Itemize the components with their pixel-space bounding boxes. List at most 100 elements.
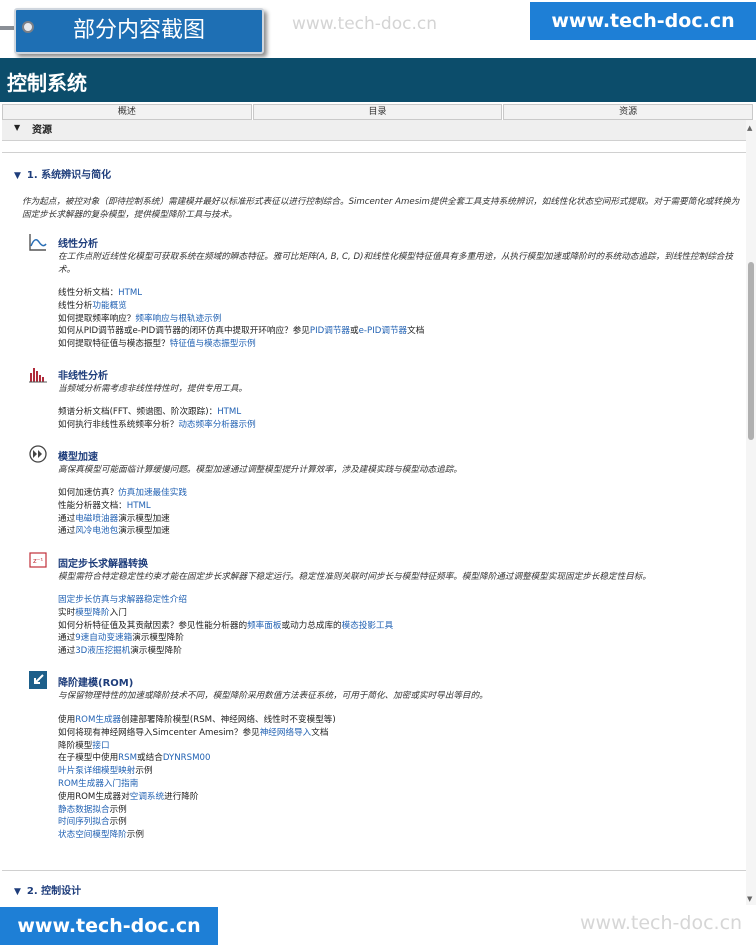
ac-system-link[interactable]: 空调系统: [130, 792, 164, 802]
pin-icon: [22, 21, 34, 33]
epid-link[interactable]: e-PID调节器: [359, 326, 408, 336]
text: 性能分析器文档：: [58, 500, 127, 511]
text: 示例: [109, 804, 127, 815]
divider: [2, 870, 746, 871]
injector-link[interactable]: 电磁喷油器: [75, 514, 118, 524]
scroll-up-icon[interactable]: ▲: [747, 124, 752, 132]
site-url-badge: www.tech-doc.cn: [0, 907, 218, 945]
text: 线性分析文档：: [58, 288, 119, 298]
resources-label: 资源: [32, 125, 52, 136]
excavator-link[interactable]: 3D液压挖掘机: [75, 646, 130, 656]
linear-analysis-title: 线性分析: [58, 239, 98, 250]
text: 演示模型加速: [118, 513, 170, 524]
text: 示例: [135, 766, 153, 777]
fixed-step-desc: 模型需符合特定稳定性约束才能在固定步长求解器下稳定运行。稳定性准则关联时间步长与…: [58, 572, 651, 582]
scroll-down-icon[interactable]: ▼: [747, 895, 752, 903]
tab-contents[interactable]: 目录: [252, 104, 503, 120]
text: 通过: [58, 513, 76, 524]
text: 演示模型加速: [118, 526, 170, 537]
resources-collapsible[interactable]: ▼ 资源: [2, 120, 746, 141]
scrollbar-track[interactable]: [746, 120, 756, 905]
linear-analysis-links: 线性分析文档：HTML 线性分析功能概览 如何提取频率响应？频率响应与根轨迹示例…: [58, 287, 742, 351]
html-link[interactable]: HTML: [118, 288, 142, 298]
tab-resources[interactable]: 资源: [503, 104, 754, 120]
rsm-link[interactable]: RSM: [118, 753, 137, 763]
text: 如何执行非线性系统频率分析？: [58, 419, 179, 430]
fixed-step-links: 固定步长仿真与求解器稳定性介绍 实时模型降阶入门 如何分析特征值及其贡献因素？参…: [58, 594, 742, 658]
nonlinear-analysis-title: 非线性分析: [58, 371, 108, 382]
state-space-link[interactable]: 状态空间模型降阶: [58, 830, 127, 840]
rom-links: 使用ROM生成器创建部署降阶模型(RSM、神经网络、线性时不变模型等) 如何将现…: [58, 714, 742, 842]
watermark-text: www.tech-doc.cn: [292, 14, 437, 34]
nonlinear-analysis-icon: [29, 368, 47, 383]
vane-pump-link[interactable]: 叶片泵详细模型映射: [58, 766, 135, 776]
text: 进行降阶: [164, 791, 199, 802]
site-url-badge: www.tech-doc.cn: [530, 2, 756, 40]
watermark-text: www.tech-doc.cn: [580, 912, 743, 934]
text: 通过: [58, 633, 76, 644]
section-title: 1. 系统辨识与简化: [26, 170, 112, 181]
text: 演示模型降阶: [132, 633, 184, 644]
rom-desc: 与保留物理特性的加速或降阶技术不同，模型降阶采用数值方法表征系统，可用于简化、加…: [58, 691, 488, 701]
static-fit-link[interactable]: 静态数据拟合: [58, 805, 110, 815]
text: 如何将现有神经网络导入Simcenter Amesim？参见: [58, 727, 260, 738]
dynrsm-link[interactable]: DYNRSM00: [163, 753, 211, 763]
text: 如何从PID调节器或e-PID调节器的闭环仿真中提取开环响应？参见: [58, 326, 310, 337]
text: 如何分析特征值及其贡献因素？参见性能分析器的: [58, 620, 248, 631]
collapse-arrow-icon: ▼: [14, 887, 21, 897]
svg-text:z⁻¹: z⁻¹: [33, 557, 43, 565]
text: 使用ROM生成器对: [58, 791, 130, 802]
gearbox-link[interactable]: 9速自动变速箱: [75, 633, 132, 643]
text: 或动力总成库的: [281, 620, 342, 631]
best-practice-link[interactable]: 仿真加速最佳实践: [118, 488, 187, 498]
text: 或: [350, 326, 359, 337]
text: 演示模型降阶: [130, 646, 182, 657]
freq-response-link[interactable]: 频率响应与根轨迹示例: [135, 314, 221, 324]
text: 使用: [58, 715, 76, 725]
collapse-arrow-icon: ▼: [14, 171, 21, 181]
modal-projection-link[interactable]: 模态投影工具: [342, 621, 394, 631]
text: 线性分析: [58, 300, 93, 311]
linear-analysis-icon: [29, 234, 47, 251]
pid-link[interactable]: PID调节器: [310, 326, 350, 336]
section-header-2[interactable]: ▼ 2. 控制设计: [14, 882, 81, 897]
model-reduction-link[interactable]: 模型降阶: [75, 608, 109, 618]
model-acceleration-icon: [29, 445, 47, 463]
text: 创建部署降阶模型(RSM、神经网络、线性时不变模型等): [121, 715, 336, 725]
page-title: 控制系统: [7, 71, 87, 95]
text: 示例: [109, 817, 127, 828]
model-acceleration-desc: 高保真模型可能面临计算缓慢问题。模型加速通过调整模型提升计算效率，涉及建模实践与…: [58, 465, 462, 475]
scrollbar-thumb[interactable]: [748, 262, 754, 440]
divider: [2, 152, 746, 153]
text: 入门: [109, 607, 127, 618]
text: 通过: [58, 646, 76, 657]
section-header-1[interactable]: ▼ 1. 系统辨识与简化: [14, 166, 111, 181]
interface-link[interactable]: 接口: [92, 741, 109, 751]
model-acceleration-title: 模型加速: [58, 452, 98, 463]
text: 实时: [58, 607, 76, 618]
freq-panel-link[interactable]: 频率面板: [247, 621, 281, 631]
battery-link[interactable]: 风冷电池包: [75, 526, 118, 536]
fixed-step-title: 固定步长求解器转换: [58, 559, 148, 570]
html-link[interactable]: HTML: [127, 501, 151, 511]
text: 如何加速仿真？: [58, 488, 119, 498]
fixed-step-icon: z⁻¹: [29, 552, 47, 568]
dynamic-analyzer-link[interactable]: 动态频率分析器示例: [178, 420, 255, 430]
html-link[interactable]: HTML: [217, 407, 241, 417]
rom-title: 降阶建模(ROM): [58, 678, 134, 689]
feature-overview-link[interactable]: 功能概览: [92, 301, 126, 311]
text: 在子模型中使用: [58, 753, 119, 764]
rom-builder-link[interactable]: ROM生成器: [75, 715, 121, 725]
solver-stability-link[interactable]: 固定步长仿真与求解器稳定性介绍: [58, 595, 187, 605]
section-title: 2. 控制设计: [26, 886, 82, 897]
eigen-link[interactable]: 特征值与模态振型示例: [170, 339, 256, 349]
text: 文档: [311, 727, 329, 738]
expand-triangle-icon: ▼: [14, 123, 21, 132]
nn-import-link[interactable]: 神经网络导入: [260, 728, 312, 738]
text: 或结合: [137, 753, 163, 764]
rom-guide-link[interactable]: ROM生成器入门指南: [58, 779, 138, 789]
model-acceleration-links: 如何加速仿真？仿真加速最佳实践 性能分析器文档：HTML 通过电磁喷油器演示模型…: [58, 487, 742, 538]
tab-overview[interactable]: 概述: [2, 104, 252, 120]
timeseries-fit-link[interactable]: 时间序列拟合: [58, 817, 110, 827]
linear-analysis-desc: 在工作点附近线性化模型可获取系统在频域的瞬态特征。雅可比矩阵(A, B, C, …: [58, 252, 733, 275]
